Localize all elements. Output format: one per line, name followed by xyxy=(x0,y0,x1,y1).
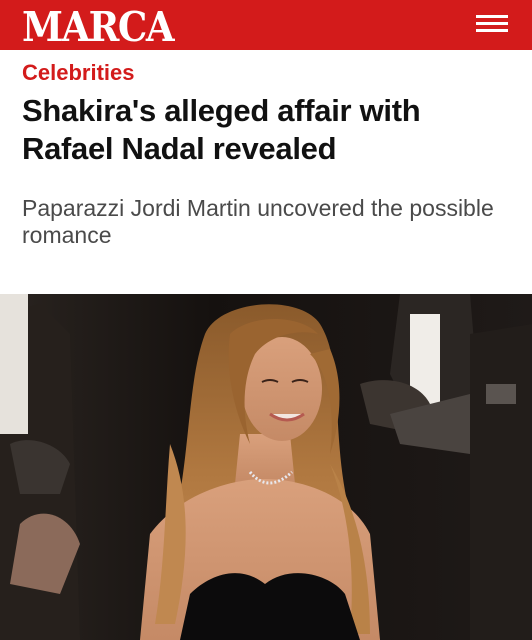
menu-line xyxy=(476,15,508,18)
category-link[interactable]: Celebrities xyxy=(22,60,135,86)
photo-illustration xyxy=(0,294,532,640)
top-bar: MARCA xyxy=(0,0,532,51)
menu-line xyxy=(476,22,508,25)
menu-line xyxy=(476,29,508,32)
article-subtitle: Paparazzi Jordi Martin uncovered the pos… xyxy=(22,195,494,248)
hamburger-menu-icon[interactable] xyxy=(470,9,514,39)
article-headline: Shakira's alleged affair with Rafael Nad… xyxy=(22,93,421,166)
marca-logo[interactable]: MARCA xyxy=(22,2,175,51)
article-photo[interactable] xyxy=(0,294,532,640)
